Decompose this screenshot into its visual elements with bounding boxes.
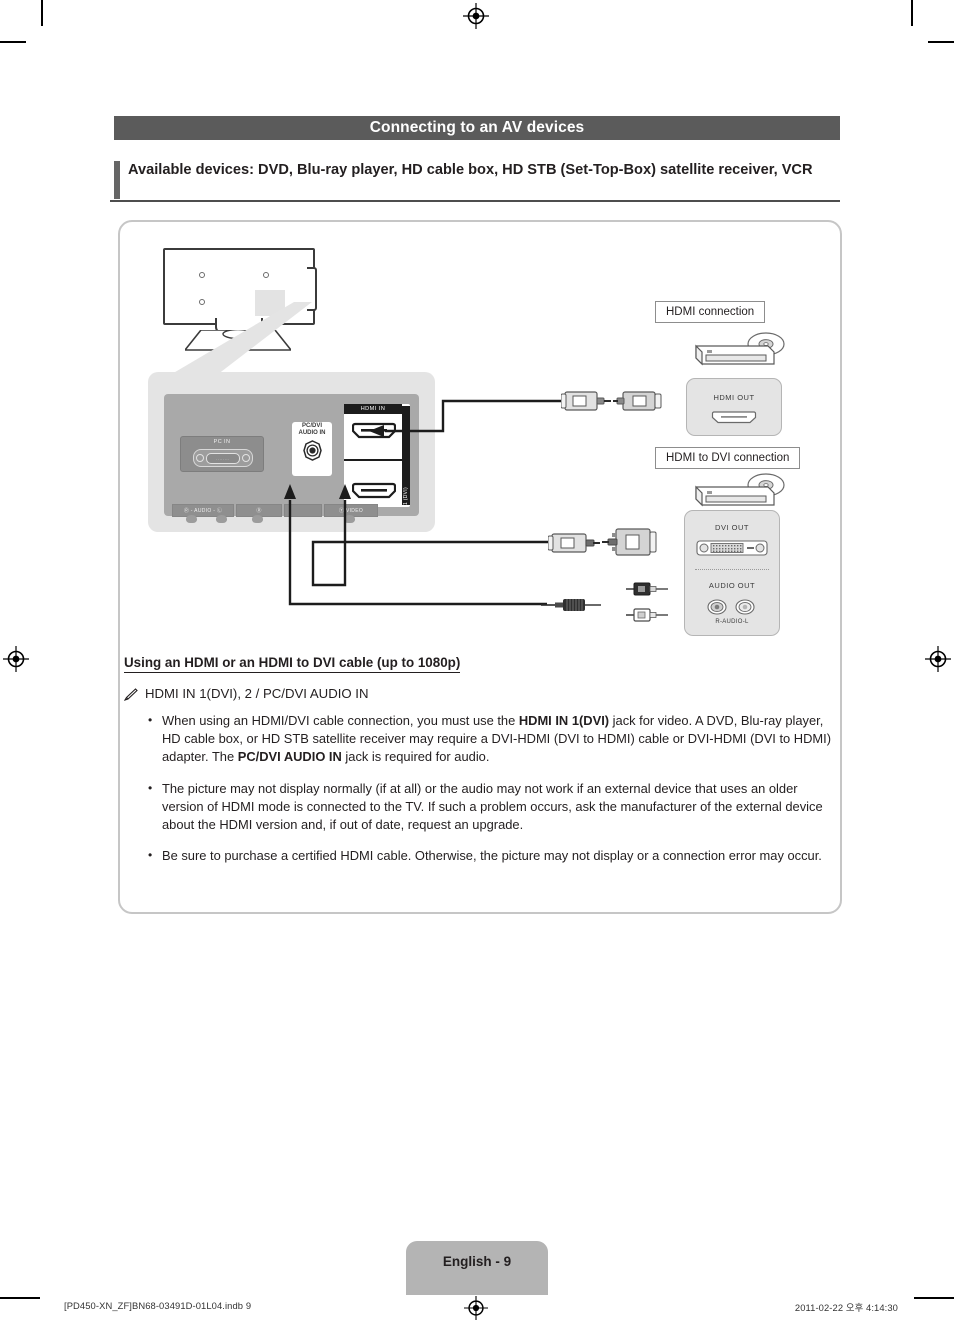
pc-in-port-group: PC IN ........	[180, 436, 264, 472]
pencil-note-icon	[123, 688, 138, 702]
dvi-out-label: DVI OUT	[715, 523, 749, 532]
section-title: Connecting to an AV devices	[369, 119, 585, 136]
av-jack-knob	[216, 515, 227, 523]
audio-out-label: AUDIO OUT	[708, 581, 756, 590]
crop-mark-left-rule	[0, 1297, 40, 1299]
av-jack-knob	[344, 515, 355, 523]
devbox-divider	[695, 569, 769, 570]
available-devices-block: Available devices: DVD, Blu-ray player, …	[110, 160, 840, 199]
hdmi-port-2	[352, 422, 396, 439]
list-item: The picture may not display normally (if…	[146, 779, 836, 835]
using-heading: Using an HDMI or an HDMI to DVI cable (u…	[124, 655, 461, 673]
pc-dvi-audio-in-label-1: PC/DVI	[301, 423, 322, 429]
file-reference: [PD450-XN_ZF]BN68-03491D-01L04.indb 9	[64, 1300, 252, 1311]
bottom-row-label: Ⓡ	[256, 508, 262, 514]
dvi-out-audio-out-box: DVI OUT AUDIO OUT R-AUDIO-L	[684, 510, 780, 636]
registration-mark-bottom	[464, 1296, 488, 1320]
rca-jack-left-icon	[735, 597, 755, 617]
vga-pins: ........	[206, 452, 240, 464]
crop-mark-top-right-v	[911, 0, 913, 26]
registration-mark-right	[925, 646, 951, 672]
pc-dvi-audio-in-group: PC/DVI AUDIO IN	[292, 422, 332, 476]
dvd-player-illustration	[690, 332, 786, 374]
bottom-row-cell	[284, 504, 322, 517]
print-timestamp: 2011-02-22 오후 4:14:30	[794, 1302, 898, 1313]
bottom-row-label: Ⓡ - AUDIO - Ⓛ	[183, 508, 223, 514]
registration-mark-top	[463, 3, 489, 29]
manual-page: Connecting to an AV devices Available de…	[0, 0, 954, 1321]
hdmi-group-divider	[344, 459, 402, 461]
hdmi-cable-plug-male	[561, 386, 611, 416]
hdmi-cable-plug-device-side	[613, 386, 665, 416]
tv-mount-screw	[263, 272, 269, 278]
pc-dvi-audio-in-label-2: AUDIO IN	[298, 430, 326, 436]
vga-screw-icon	[196, 454, 204, 462]
hdmi-connection-label: HDMI connection	[655, 301, 766, 323]
bullet-list: When using an HDMI/DVI cable connection,…	[146, 711, 836, 878]
tv-jack-panel-inner: PC IN ........ PC/DVI AUDIO IN HDMI IN 1…	[164, 394, 419, 523]
tv-jack-panel: PC IN ........ PC/DVI AUDIO IN HDMI IN 1…	[148, 372, 435, 532]
audio-jack-icon	[302, 440, 323, 461]
rca-plug-red	[626, 579, 670, 599]
rca-plug-white	[626, 605, 670, 625]
hdmi-out-port	[711, 410, 757, 424]
vga-screw-icon	[242, 454, 250, 462]
dvi-out-port	[696, 539, 768, 557]
section-title-bar: Connecting to an AV devices	[114, 116, 840, 140]
hdmi-side-strip: 1 (DVI)	[402, 406, 410, 505]
subhead-divider	[110, 200, 840, 202]
note-heading-text: HDMI IN 1(DVI), 2 / PC/DVI AUDIO IN	[145, 686, 369, 701]
audio-35mm-plug	[541, 594, 601, 616]
registration-mark-left	[3, 646, 29, 672]
pc-in-label: PC IN	[213, 439, 231, 445]
hdmi-in-label: HDMI IN	[344, 404, 402, 414]
dvd-player-illustration	[690, 473, 786, 515]
crop-mark-right-rule	[914, 1297, 954, 1299]
dvi-plug-device-side	[602, 523, 658, 563]
vga-port: ........	[193, 449, 253, 467]
crop-mark-top-left-v	[41, 0, 43, 26]
available-devices-text: Available devices: DVD, Blu-ray player, …	[110, 160, 840, 199]
hdmi-out-box: HDMI OUT	[686, 378, 782, 436]
bottom-row-label: Ⓨ/VIDEO	[338, 508, 364, 514]
hdmi-plug-tv-side	[548, 527, 600, 559]
page-number-badge: English - 9	[406, 1241, 548, 1295]
hdmi-out-label: HDMI OUT	[713, 393, 755, 402]
av-input-bottom-row: Ⓡ - AUDIO - Ⓛ Ⓡ Ⓨ/VIDEO	[164, 504, 419, 523]
av-jack-knob	[252, 515, 263, 523]
page-number-text: English - 9	[442, 1254, 512, 1269]
list-item: Be sure to purchase a certified HDMI cab…	[146, 846, 836, 865]
crop-mark-top-right-h	[928, 41, 954, 43]
crop-mark-top-left-h	[0, 41, 26, 43]
list-item: When using an HDMI/DVI cable connection,…	[146, 711, 836, 767]
note-heading-row: HDMI IN 1(DVI), 2 / PC/DVI AUDIO IN	[123, 686, 824, 702]
r-audio-l-label: R-AUDIO-L	[715, 619, 749, 625]
av-jack-knob	[186, 515, 197, 523]
tv-mount-screw	[199, 272, 205, 278]
hdmi-to-dvi-connection-label: HDMI to DVI connection	[655, 447, 801, 469]
hdmi-in-group: HDMI IN 1 (DVI)	[344, 404, 410, 507]
rca-jack-right-icon	[707, 597, 727, 617]
hdmi-port-1-dvi	[352, 482, 396, 499]
